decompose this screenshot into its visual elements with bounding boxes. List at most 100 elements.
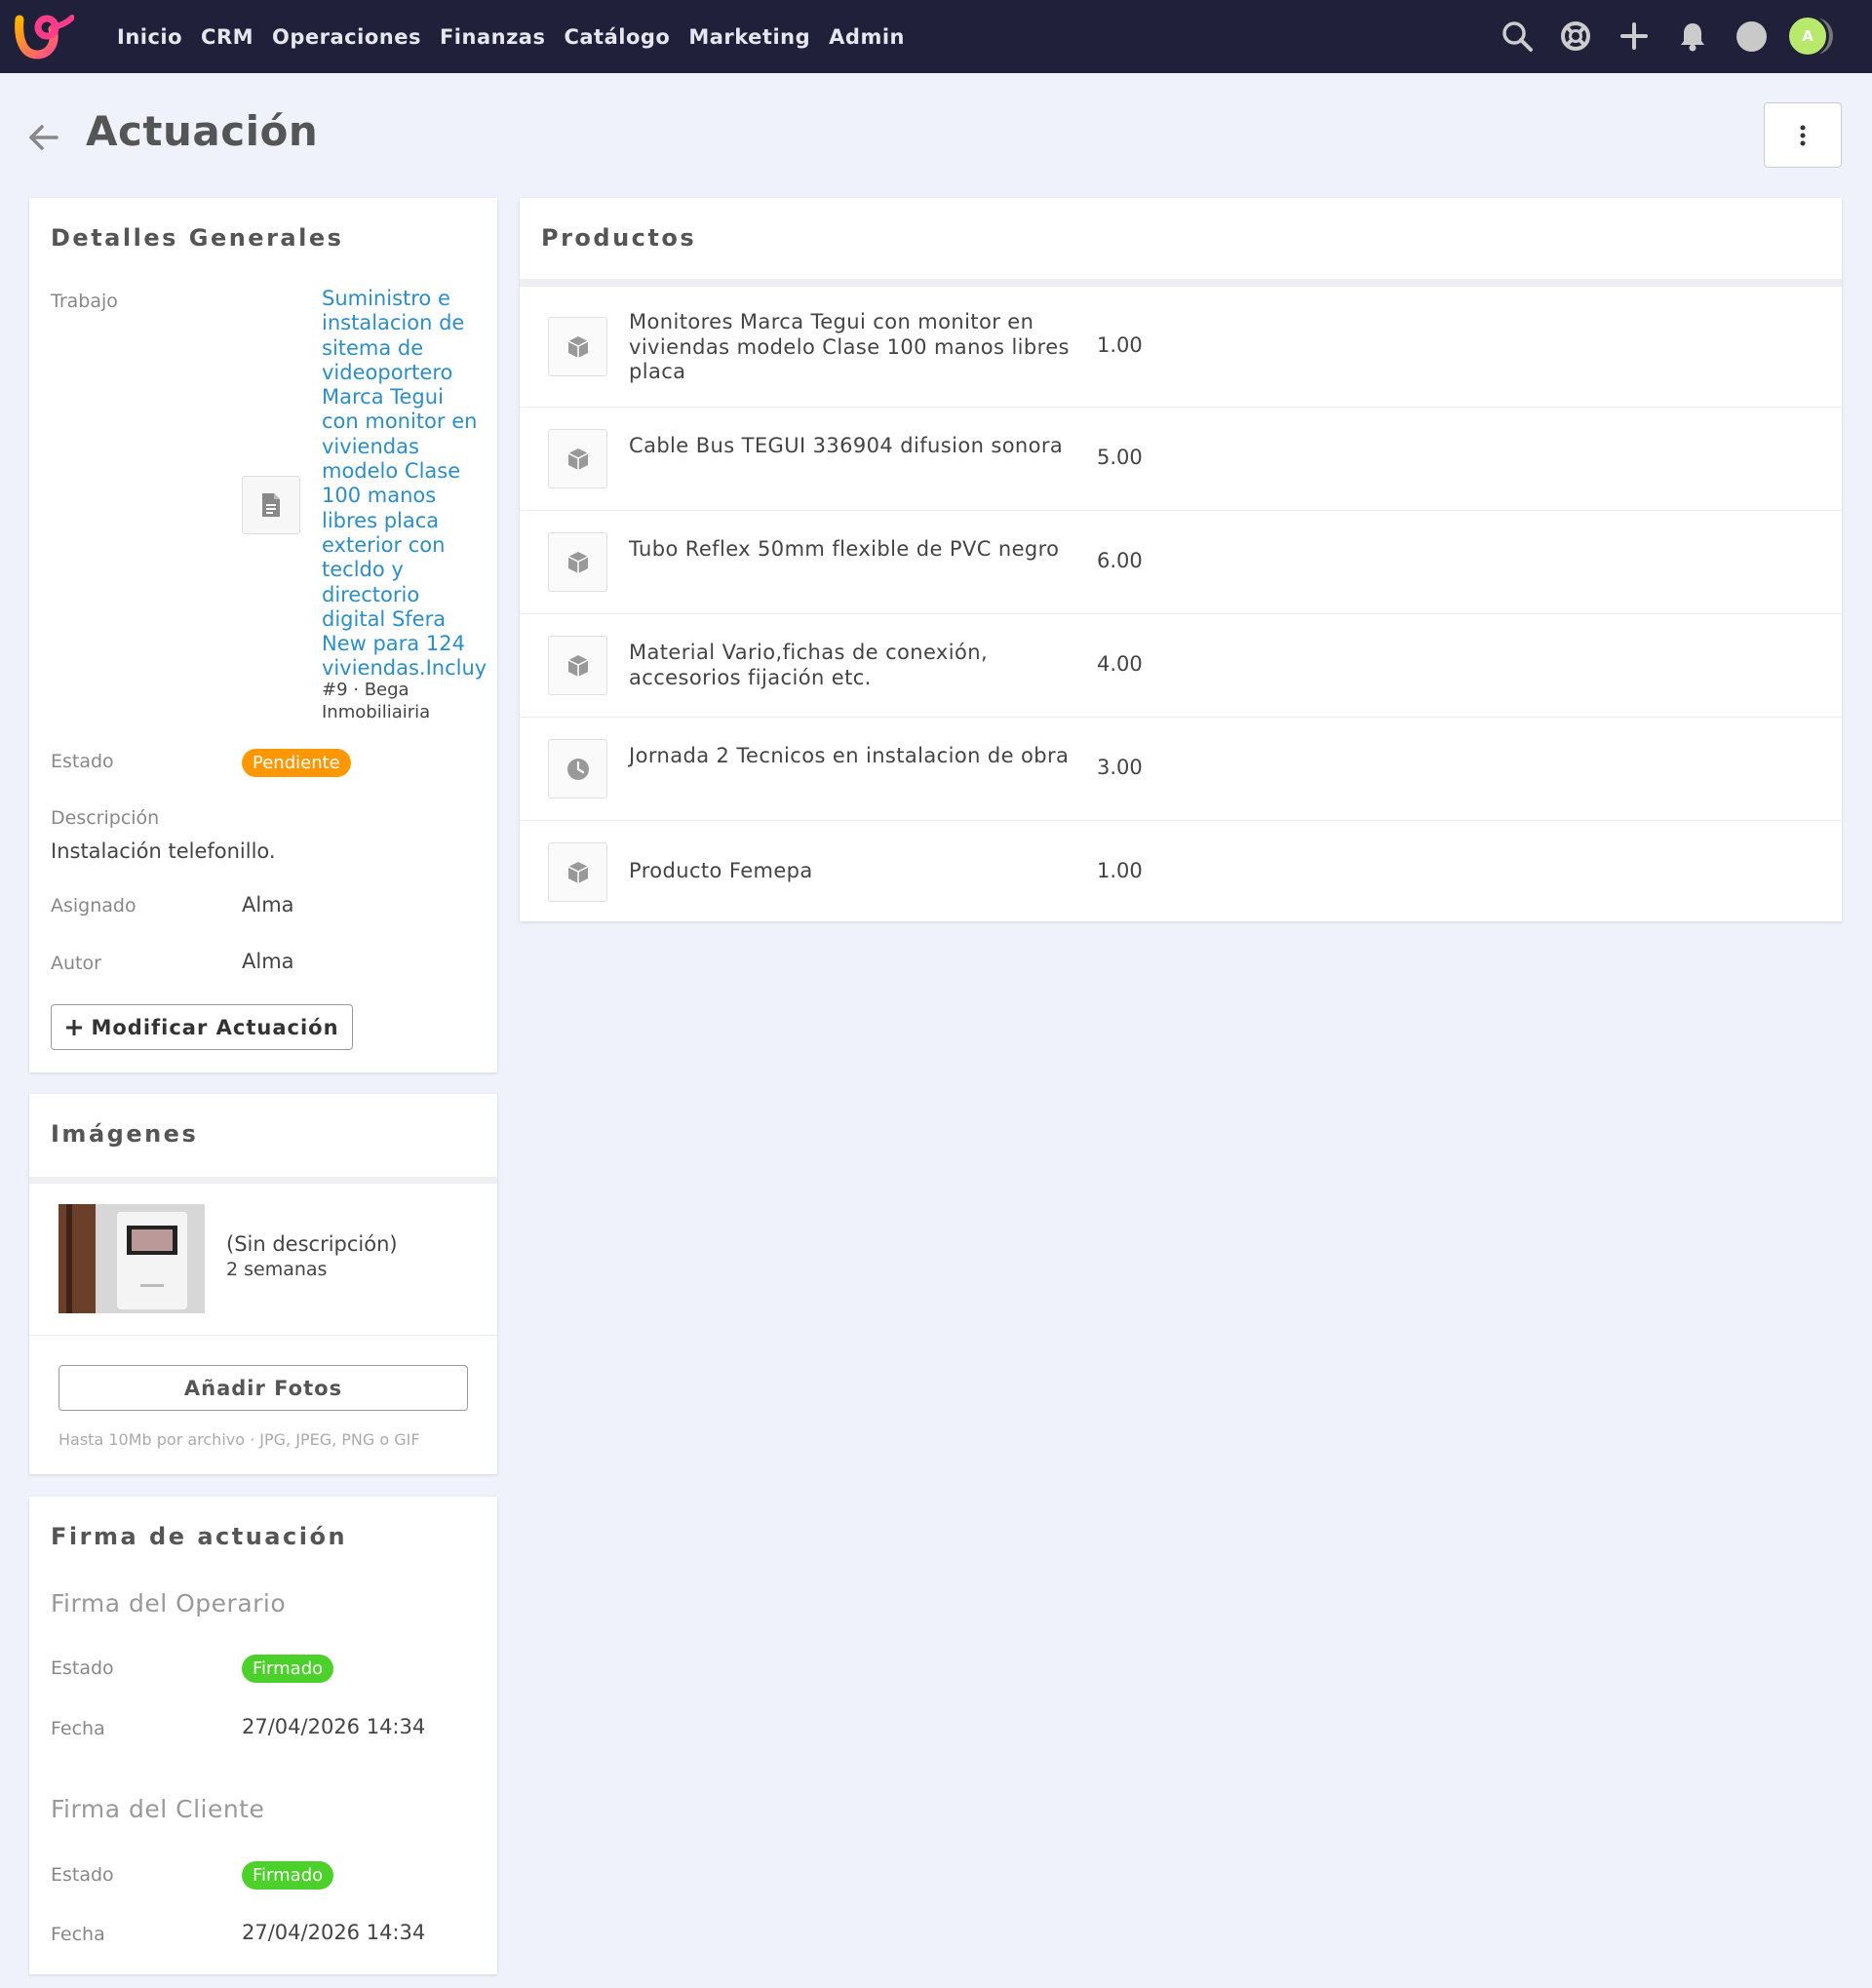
document-icon	[242, 476, 300, 534]
signature-title: Firma de actuación	[51, 1523, 348, 1550]
job-label: Trabajo	[51, 291, 118, 312]
job-link-line: sitema de	[322, 335, 424, 360]
job-link-line: directorio	[322, 582, 420, 606]
operator-status-badge: Firmado	[242, 1655, 334, 1683]
images-card: Imágenes (Sin descripción) 2 semanas Aña…	[29, 1094, 497, 1474]
author-label: Autor	[51, 953, 101, 974]
job-link-line: modelo Clase	[322, 459, 461, 484]
image-description: (Sin descripción)	[226, 1232, 398, 1256]
product-name: Monitores Marca Tegui con monitor en viv…	[629, 310, 1070, 383]
page-title: Actuación	[86, 107, 319, 155]
vertical-dots-icon	[1800, 125, 1806, 145]
job-link-line: viviendas.Incluy	[322, 656, 488, 681]
divider	[520, 279, 1842, 286]
client-signature-heading: Firma del Cliente	[51, 1795, 265, 1823]
product-name: Jornada 2 Tecnicos en instalacion de obr…	[629, 744, 1070, 767]
product-name: Material Vario,fichas de conexión, acces…	[629, 641, 989, 689]
modify-actuacion-button[interactable]: Modificar Actuación	[51, 1004, 353, 1050]
status-dot-icon[interactable]	[1734, 19, 1769, 54]
product-row[interactable]: Monitores Marca Tegui con monitor en viv…	[520, 286, 1842, 407]
product-quantity: 4.00	[1097, 652, 1143, 676]
client-status-badge: Firmado	[242, 1861, 334, 1890]
product-row[interactable]: Producto Femepa 1.00	[520, 820, 1842, 921]
user-avatar[interactable]: A	[1786, 15, 1833, 58]
details-card: Detalles Generales Trabajo Suministro e …	[29, 198, 497, 1072]
nav-catalogo[interactable]: Catálogo	[564, 25, 670, 49]
signature-card: Firma de actuación Firma del Operario Es…	[29, 1497, 497, 1974]
box-icon	[548, 842, 607, 902]
client-status-label: Estado	[51, 1864, 114, 1886]
image-age: 2 semanas	[226, 1259, 328, 1280]
job-link-line: Suministro e	[322, 287, 450, 310]
job-link-line: exterior con	[322, 532, 446, 557]
more-options-button[interactable]	[1764, 102, 1842, 168]
job-meta-line: Inmobiliairia	[322, 702, 431, 722]
job-link-line: New para 124	[322, 632, 465, 656]
images-title: Imágenes	[51, 1120, 199, 1148]
product-row[interactable]: Material Vario,fichas de conexión, acces…	[520, 613, 1842, 717]
box-icon	[548, 317, 607, 376]
plus-icon	[66, 1019, 83, 1035]
divider	[29, 1335, 497, 1336]
product-quantity: 1.00	[1097, 859, 1143, 882]
plus-icon[interactable]	[1617, 19, 1652, 54]
nav-crm[interactable]: CRM	[201, 25, 254, 49]
job-link-line: 100 manos	[322, 484, 437, 508]
products-card: Productos Monitores Marca Tegui con moni…	[520, 198, 1842, 921]
box-icon	[548, 532, 607, 592]
product-name: Producto Femepa	[629, 859, 813, 882]
product-quantity: 1.00	[1097, 333, 1143, 357]
product-row[interactable]: Tubo Reflex 50mm flexible de PVC negro 6…	[520, 510, 1842, 613]
job-meta: #9 · Bega Inmobiliairia	[322, 679, 430, 723]
product-quantity: 3.00	[1097, 756, 1143, 779]
nav-operaciones[interactable]: Operaciones	[272, 25, 421, 49]
app-logo[interactable]	[14, 10, 74, 62]
author-value: Alma	[242, 950, 294, 973]
job-link-line: con monitor en	[322, 409, 478, 434]
nav-finanzas[interactable]: Finanzas	[440, 25, 546, 49]
box-icon	[548, 636, 607, 695]
search-icon[interactable]	[1500, 19, 1535, 54]
box-icon	[548, 429, 607, 488]
top-navbar: Inicio CRM Operaciones Finanzas Catálogo…	[0, 0, 1872, 73]
job-meta-line: #9 · Bega	[322, 680, 410, 700]
main-nav: Inicio CRM Operaciones Finanzas Catálogo…	[117, 0, 923, 73]
operator-date-value: 27/04/2026 14:34	[242, 1715, 426, 1738]
divider	[29, 1177, 497, 1184]
job-link-line: Marca Tegui	[322, 385, 444, 409]
product-quantity: 6.00	[1097, 549, 1143, 572]
assigned-label: Asignado	[51, 895, 136, 916]
nav-marketing[interactable]: Marketing	[688, 25, 810, 49]
assigned-value: Alma	[242, 893, 294, 916]
product-name: Tubo Reflex 50mm flexible de PVC negro	[629, 537, 1060, 561]
nav-admin[interactable]: Admin	[829, 25, 905, 49]
image-thumbnail[interactable]	[58, 1204, 205, 1313]
back-arrow-icon[interactable]	[27, 123, 60, 152]
product-row[interactable]: Jornada 2 Tecnicos en instalacion de obr…	[520, 717, 1842, 820]
product-quantity: 5.00	[1097, 446, 1143, 469]
add-photos-button[interactable]: Añadir Fotos	[58, 1365, 468, 1411]
clock-icon	[548, 739, 607, 799]
product-name: Cable Bus TEGUI 336904 difusion sonora	[629, 434, 1064, 457]
job-link-line: digital Sfera	[322, 606, 447, 631]
bell-icon[interactable]	[1675, 19, 1710, 54]
job-link[interactable]: Suministro e instalacion de sitema de vi…	[322, 287, 507, 682]
avatar-initial: A	[1786, 15, 1829, 58]
job-link-line: tecldo y	[322, 558, 404, 582]
nav-inicio[interactable]: Inicio	[117, 25, 182, 49]
lifebuoy-icon[interactable]	[1558, 19, 1593, 54]
products-title: Productos	[541, 224, 697, 252]
job-link-line: viviendas	[322, 434, 419, 458]
job-link-line: libres placa	[322, 508, 440, 532]
description-label: Descripción	[51, 807, 160, 829]
upload-hint: Hasta 10Mb por archivo · JPG, JPEG, PNG …	[58, 1430, 420, 1449]
details-title: Detalles Generales	[51, 224, 344, 252]
job-link-line: instalacion de	[322, 311, 465, 335]
job-link-line: videoportero	[322, 360, 453, 384]
description-value: Instalación telefonillo.	[51, 839, 276, 863]
operator-date-label: Fecha	[51, 1718, 105, 1739]
product-row[interactable]: Cable Bus TEGUI 336904 difusion sonora 5…	[520, 407, 1842, 510]
status-label: Estado	[51, 751, 114, 772]
client-date-label: Fecha	[51, 1924, 105, 1945]
status-badge: Pendiente	[242, 749, 351, 777]
